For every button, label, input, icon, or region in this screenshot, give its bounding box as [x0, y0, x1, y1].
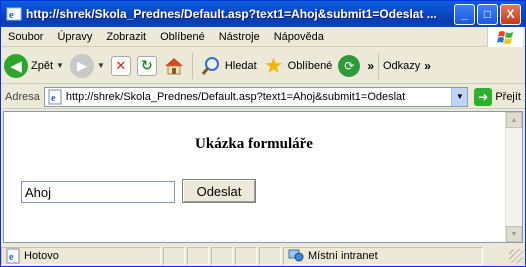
search-label: Hledat — [224, 59, 257, 72]
forward-arrow-icon: ▶ — [69, 53, 94, 78]
address-label: Adresa — [5, 90, 40, 103]
status-panel — [259, 246, 281, 265]
chevron-down-icon: ▼ — [455, 92, 464, 101]
home-icon — [163, 55, 185, 77]
address-bar: Adresa e http://shrek/Skola_Prednes/Defa… — [1, 85, 525, 109]
address-url: http://shrek/Skola_Prednes/Default.asp?t… — [65, 90, 406, 103]
search-button[interactable]: Hledat — [197, 51, 260, 81]
status-zone: Místní intranet — [283, 246, 483, 265]
stop-button[interactable]: ✕ — [108, 51, 134, 81]
links-more-chevron[interactable]: » — [424, 59, 431, 73]
internet-explorer-icon: e — [6, 7, 22, 21]
forward-button[interactable]: ▶ ▼ — [67, 51, 108, 81]
search-icon — [200, 55, 222, 77]
media-icon: ⟳ — [338, 54, 361, 77]
minimize-button[interactable]: _ — [454, 3, 475, 25]
resize-grip[interactable] — [509, 248, 523, 263]
back-button[interactable]: ◀ Zpět ▼ — [1, 51, 67, 81]
menu-napoveda[interactable]: Nápověda — [267, 31, 331, 43]
status-text: Hotovo — [24, 249, 59, 262]
media-button[interactable]: ⟳ — [335, 51, 363, 81]
status-panel — [211, 246, 233, 265]
title-bar[interactable]: e http://shrek/Skola_Prednes/Default.asp… — [1, 1, 525, 27]
svg-text:e: e — [9, 252, 14, 263]
back-label: Zpět — [31, 59, 54, 72]
status-panel — [235, 246, 257, 265]
maximize-button[interactable]: □ — [477, 3, 498, 25]
menu-nastroje[interactable]: Nástroje — [212, 31, 267, 43]
close-button[interactable]: X — [500, 3, 521, 25]
status-bar: e Hotovo Místní intranet — [1, 245, 525, 266]
menu-bar: Soubor Úpravy Zobrazit Oblíbené Nástroje… — [1, 27, 525, 47]
refresh-icon: ↻ — [136, 55, 157, 76]
menu-soubor[interactable]: Soubor — [1, 31, 50, 43]
go-label: Přejít — [495, 90, 521, 103]
status-panel — [187, 246, 209, 265]
status-panel — [163, 246, 185, 265]
text1-input[interactable] — [21, 181, 175, 203]
go-button[interactable]: ➜ Přejít — [468, 87, 525, 106]
status-main: e Hotovo — [1, 246, 161, 265]
page-content: Ukázka formuláře Odeslat ▲ ▼ — [3, 111, 523, 243]
links-label[interactable]: Odkazy — [383, 60, 420, 72]
minimize-icon: _ — [461, 7, 468, 21]
refresh-button[interactable]: ↻ — [134, 51, 160, 81]
stop-icon: ✕ — [110, 55, 131, 76]
chevron-down-icon: ▼ — [56, 61, 64, 70]
address-dropdown-button[interactable]: ▼ — [451, 87, 468, 106]
page-heading: Ukázka formuláře — [195, 136, 313, 152]
toolbar-separator — [378, 52, 379, 79]
go-arrow-icon: ➜ — [474, 87, 493, 106]
page-icon: e — [48, 89, 62, 104]
window-title: http://shrek/Skola_Prednes/Default.asp?t… — [26, 7, 437, 21]
svg-text:e: e — [9, 9, 14, 21]
page-icon: e — [6, 248, 20, 263]
home-button[interactable] — [160, 51, 188, 81]
menu-zobrazit[interactable]: Zobrazit — [99, 31, 153, 43]
submit-button[interactable]: Odeslat — [182, 179, 256, 203]
address-input[interactable]: e http://shrek/Skola_Prednes/Default.asp… — [43, 86, 469, 107]
browser-window: e http://shrek/Skola_Prednes/Default.asp… — [0, 0, 526, 267]
back-arrow-icon: ◀ — [4, 53, 28, 78]
vertical-scrollbar[interactable]: ▲ ▼ — [505, 112, 522, 242]
toolbar-more-chevron[interactable]: » — [367, 59, 374, 73]
toolbar-separator — [191, 52, 193, 79]
scroll-up-icon[interactable]: ▲ — [506, 112, 522, 128]
chevron-down-icon: ▼ — [96, 61, 105, 70]
menu-oblibene[interactable]: Oblíbené — [153, 31, 212, 43]
favorites-label: Oblíbené — [287, 59, 333, 72]
maximize-icon: □ — [483, 7, 492, 21]
menu-upravy[interactable]: Úpravy — [50, 31, 99, 43]
windows-logo-icon — [487, 27, 523, 47]
zone-label: Místní intranet — [308, 249, 378, 262]
scroll-down-icon[interactable]: ▼ — [506, 226, 522, 242]
star-icon: ★ — [263, 52, 284, 78]
favorites-button[interactable]: ★ Oblíbené — [260, 51, 336, 81]
intranet-icon — [288, 249, 304, 261]
svg-text:e: e — [51, 93, 56, 104]
toolbar: ◀ Zpět ▼ ▶ ▼ ✕ ↻ Hledat ★ Oblíbené ⟳ » O… — [1, 48, 525, 84]
close-icon: X — [506, 7, 515, 21]
